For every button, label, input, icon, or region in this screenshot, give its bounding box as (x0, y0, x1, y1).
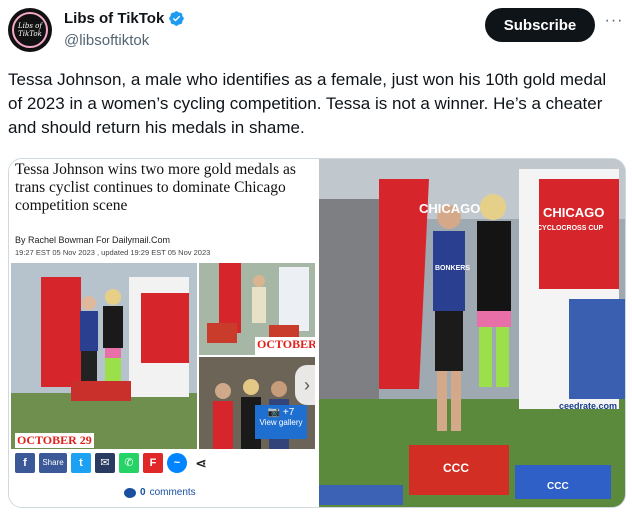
avatar-logo-text: Libs of TikTok (18, 22, 42, 38)
share-bar: f Share t ✉ ✆ F ~ ⋖ (15, 453, 211, 473)
article-dateline: 19:27 EST 05 Nov 2023 , updated 19:29 ES… (15, 248, 211, 257)
post-text: Tessa Johnson, a male who identifies as … (8, 70, 607, 137)
camera-icon: 📷 +7 (267, 407, 295, 418)
podium-photo-image[interactable]: CHICAGO CHICAGO CYCLOCROSS CUP BONKERS c… (319, 159, 625, 507)
gallery-count: +7 (282, 407, 295, 418)
post-header: Libs of TikTok Libs of TikTok @libsoftik… (0, 0, 632, 60)
author-display-name[interactable]: Libs of TikTok (64, 10, 164, 27)
more-options-icon[interactable]: ··· (604, 13, 624, 34)
podium-first-label: CCC (443, 461, 469, 475)
messenger-icon[interactable]: ~ (167, 453, 187, 473)
flipboard-icon[interactable]: F (143, 453, 163, 473)
view-gallery-label: View gallery (259, 418, 303, 427)
article-main-photo: OCTOBER 29 (11, 263, 197, 449)
comments-link[interactable]: 0 comments (124, 487, 196, 498)
article-thumb-top-photo[interactable]: OCTOBER 7 (199, 263, 315, 355)
comments-label: comments (149, 487, 196, 498)
facebook-icon[interactable]: f (15, 453, 35, 473)
view-gallery-button[interactable]: 📷 +7 View gallery (255, 405, 307, 439)
article-screenshot-image[interactable]: Tessa Johnson wins two more gold medals … (9, 159, 319, 507)
avatar[interactable]: Libs of TikTok (8, 8, 52, 52)
next-photo-arrow-icon[interactable]: › (295, 365, 319, 405)
banner-chicago-right-text: CHICAGO (543, 205, 605, 220)
podium-second-label: CCC (547, 481, 569, 492)
jersey-text: BONKERS (435, 265, 471, 272)
article-byline: By Rachel Bowman For Dailymail.Com (15, 235, 171, 245)
banner-cyclocross-text: CYCLOCROSS CUP (537, 225, 604, 232)
post-media[interactable]: Tessa Johnson wins two more gold medals … (8, 158, 626, 508)
date-label-october-7: OCTOBER 7 (255, 337, 315, 355)
podium-scene-illustration (11, 263, 197, 449)
author-name-row[interactable]: Libs of TikTok (64, 10, 185, 27)
date-label-october-29: OCTOBER 29 (15, 433, 94, 448)
subscribe-button[interactable]: Subscribe (485, 8, 595, 42)
comments-count: 0 (140, 487, 146, 498)
author-handle[interactable]: @libsoftiktok (64, 32, 149, 49)
share-nodes-icon[interactable]: ⋖ (191, 453, 211, 473)
sponsor-text: ceedrate.com (559, 401, 618, 411)
banner-chicago-text: CHICAGO (419, 201, 481, 216)
email-icon[interactable]: ✉ (95, 453, 115, 473)
article-headline: Tessa Johnson wins two more gold medals … (15, 161, 296, 214)
verified-badge-icon (169, 11, 185, 26)
twitter-icon[interactable]: t (71, 453, 91, 473)
whatsapp-icon[interactable]: ✆ (119, 453, 139, 473)
comment-bubble-icon (124, 487, 136, 498)
share-button[interactable]: Share (39, 453, 67, 473)
